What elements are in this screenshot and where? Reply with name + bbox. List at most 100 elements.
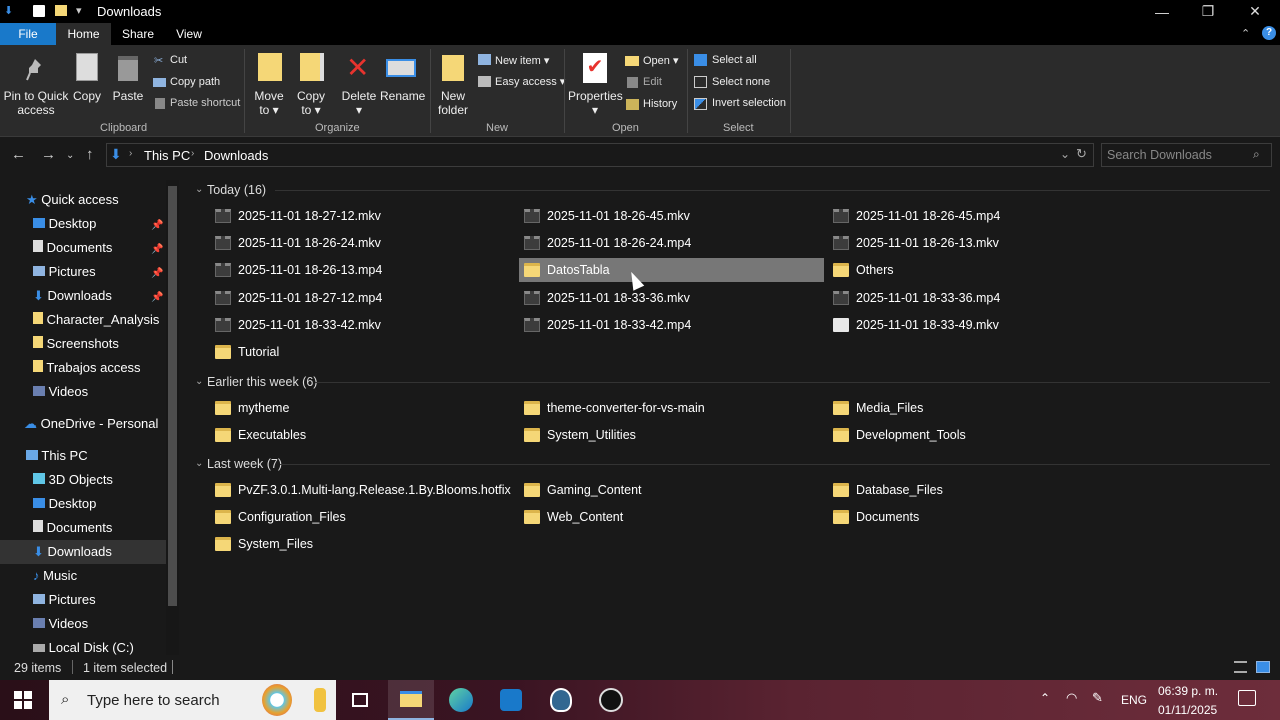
nav-onedrive[interactable]: ☁ OneDrive - Personal xyxy=(24,412,158,436)
nav-pc-desktop[interactable]: Desktop xyxy=(33,492,96,516)
scrollbar-thumb[interactable] xyxy=(168,186,177,606)
video-file-item[interactable]: 2025-11-01 18-33-42.mp4 xyxy=(519,313,824,337)
app-taskbar-icon[interactable] xyxy=(488,680,534,720)
nav-qa-screenshots[interactable]: Screenshots xyxy=(33,332,119,356)
properties-quick-icon[interactable] xyxy=(33,5,45,17)
pin-icon[interactable]: 📌 xyxy=(151,292,163,303)
refresh-icon[interactable]: ↻ xyxy=(1076,146,1087,162)
video-file-item[interactable]: 2025-11-01 18-26-24.mkv xyxy=(210,231,515,255)
select-none-button[interactable]: Select none xyxy=(712,76,770,88)
invert-selection-button[interactable]: Invert selection xyxy=(712,97,786,109)
pin-icon[interactable]: 📌 xyxy=(151,220,163,231)
close-button[interactable]: ✕ xyxy=(1232,0,1278,23)
delete-button[interactable]: Delete ▾ xyxy=(338,89,380,117)
search-input[interactable]: Search Downloads ⌕ xyxy=(1101,143,1272,167)
video-file-item[interactable]: 2025-11-01 18-26-13.mp4 xyxy=(210,258,515,282)
video-file-item[interactable]: 2025-11-01 18-26-45.mp4 xyxy=(828,204,1133,228)
postgres-taskbar-icon[interactable] xyxy=(538,680,584,720)
folder-item[interactable]: DatosTabla xyxy=(519,258,824,283)
folder-item[interactable]: mytheme xyxy=(210,396,515,420)
nav-pc-videos[interactable]: Videos xyxy=(33,612,88,636)
video-file-item[interactable]: 2025-11-01 18-26-24.mp4 xyxy=(519,231,824,255)
wifi-icon[interactable]: ◠ xyxy=(1066,690,1077,706)
group-header-last-week[interactable]: Last week (7) xyxy=(207,457,282,471)
clock-date[interactable]: 01/11/2025 xyxy=(1158,703,1217,717)
forward-button[interactable]: → xyxy=(41,146,56,163)
video-file-item[interactable]: 2025-11-01 18-33-36.mkv xyxy=(519,286,824,310)
language-indicator[interactable]: ENG xyxy=(1121,693,1147,707)
pin-icon[interactable]: 📌 xyxy=(151,244,163,255)
tab-view[interactable]: View xyxy=(165,23,213,45)
group-header-earlier[interactable]: Earlier this week (6) xyxy=(207,375,317,389)
nav-pc-pictures[interactable]: Pictures xyxy=(33,588,96,612)
collapse-ribbon-icon[interactable]: ⌃ xyxy=(1241,27,1250,40)
nav-pc-downloads[interactable]: ⬇ Downloads xyxy=(0,540,166,564)
start-button[interactable] xyxy=(0,680,46,720)
tab-share[interactable]: Share xyxy=(113,23,163,45)
paste-shortcut-button[interactable]: Paste shortcut xyxy=(170,97,240,109)
nav-qa-pictures[interactable]: Pictures xyxy=(33,260,96,284)
edge-taskbar-icon[interactable] xyxy=(438,680,484,720)
customize-qa-icon[interactable]: ▾ xyxy=(76,4,82,17)
nav-scrollbar[interactable] xyxy=(166,180,179,655)
nav-qa-videos[interactable]: Videos xyxy=(33,380,88,404)
copy-button[interactable]: Copy xyxy=(70,89,104,103)
nav-qa-documents[interactable]: Documents xyxy=(33,236,112,260)
tab-file[interactable]: File xyxy=(0,23,56,45)
back-button[interactable]: ← xyxy=(11,146,26,163)
cut-button[interactable]: Cut xyxy=(170,54,187,66)
folder-item[interactable]: System_Utilities xyxy=(519,423,824,447)
group-header-today[interactable]: Today (16) xyxy=(207,183,266,197)
select-all-button[interactable]: Select all xyxy=(712,54,757,66)
tab-home[interactable]: Home xyxy=(56,23,111,45)
new-item-button[interactable]: New item ▾ xyxy=(495,54,549,67)
address-dropdown-icon[interactable]: ⌄ xyxy=(1060,147,1070,161)
folder-item[interactable]: Executables xyxy=(210,423,515,447)
nav-pc-3d-objects[interactable]: 3D Objects xyxy=(33,468,113,492)
open-button[interactable]: Open ▾ xyxy=(643,54,679,67)
new-folder-button[interactable]: New folder xyxy=(434,89,472,117)
nav-quick-access[interactable]: ★ Quick access xyxy=(26,188,119,212)
folder-item[interactable]: Configuration_Files xyxy=(210,505,515,529)
history-button[interactable]: History xyxy=(643,98,677,110)
folder-item[interactable]: Web_Content xyxy=(519,505,824,529)
nav-pc-local-disk[interactable]: Local Disk (C:) xyxy=(33,636,134,656)
folder-item[interactable]: System_Files xyxy=(210,532,515,556)
obs-taskbar-icon[interactable] xyxy=(588,680,634,720)
breadcrumb-downloads[interactable]: Downloads xyxy=(204,148,268,163)
nav-qa-trabajos-access[interactable]: Trabajos access xyxy=(33,356,141,380)
edit-button[interactable]: Edit xyxy=(643,76,662,88)
file-explorer-taskbar-icon[interactable] xyxy=(388,680,434,720)
new-folder-quick-icon[interactable] xyxy=(55,5,67,16)
video-file-item[interactable]: 2025-11-01 18-26-13.mkv xyxy=(828,231,1133,255)
show-hidden-icons-icon[interactable]: ⌃ xyxy=(1040,691,1050,705)
nav-qa-character-analysis[interactable]: Character_Analysis xyxy=(33,308,159,332)
recent-locations-icon[interactable]: ⌄ xyxy=(66,150,74,161)
easy-access-button[interactable]: Easy access ▾ xyxy=(495,75,565,88)
pin-icon[interactable]: 📌 xyxy=(151,268,163,279)
nav-pc-documents[interactable]: Documents xyxy=(33,516,112,540)
nav-pc-music[interactable]: ♪ Music xyxy=(33,564,77,588)
details-view-icon[interactable] xyxy=(1234,661,1247,673)
nav-this-pc[interactable]: This PC xyxy=(26,444,88,468)
large-icons-view-icon[interactable] xyxy=(1256,661,1270,673)
paste-button[interactable]: Paste xyxy=(110,89,146,103)
search-highlight-icon[interactable] xyxy=(262,684,292,716)
pen-icon[interactable]: ✎ xyxy=(1092,690,1103,706)
folder-item[interactable]: Tutorial xyxy=(210,340,515,364)
video-file-item[interactable]: 2025-11-01 18-27-12.mp4 xyxy=(210,286,515,310)
folder-item[interactable]: PvZF.3.0.1.Multi-lang.Release.1.By.Bloom… xyxy=(210,478,515,502)
file-item[interactable]: 2025-11-01 18-33-49.mkv xyxy=(828,313,1133,337)
video-file-item[interactable]: 2025-11-01 18-26-45.mkv xyxy=(519,204,824,228)
folder-item[interactable]: Database_Files xyxy=(828,478,1133,502)
breadcrumb-this-pc[interactable]: This PC xyxy=(144,148,190,163)
rename-button[interactable]: Rename xyxy=(380,89,425,103)
copy-path-button[interactable]: Copy path xyxy=(170,76,220,88)
folder-item[interactable]: theme-converter-for-vs-main xyxy=(519,396,824,420)
copy-to-button[interactable]: Copy to ▾ xyxy=(293,89,329,117)
task-view-button[interactable] xyxy=(337,680,383,720)
collapse-group-icon[interactable]: ⌄ xyxy=(195,184,203,195)
folder-item[interactable]: Gaming_Content xyxy=(519,478,824,502)
pin-to-quick-access-button[interactable]: Pin to Quick access xyxy=(2,89,70,117)
nav-qa-desktop[interactable]: Desktop xyxy=(33,212,96,236)
